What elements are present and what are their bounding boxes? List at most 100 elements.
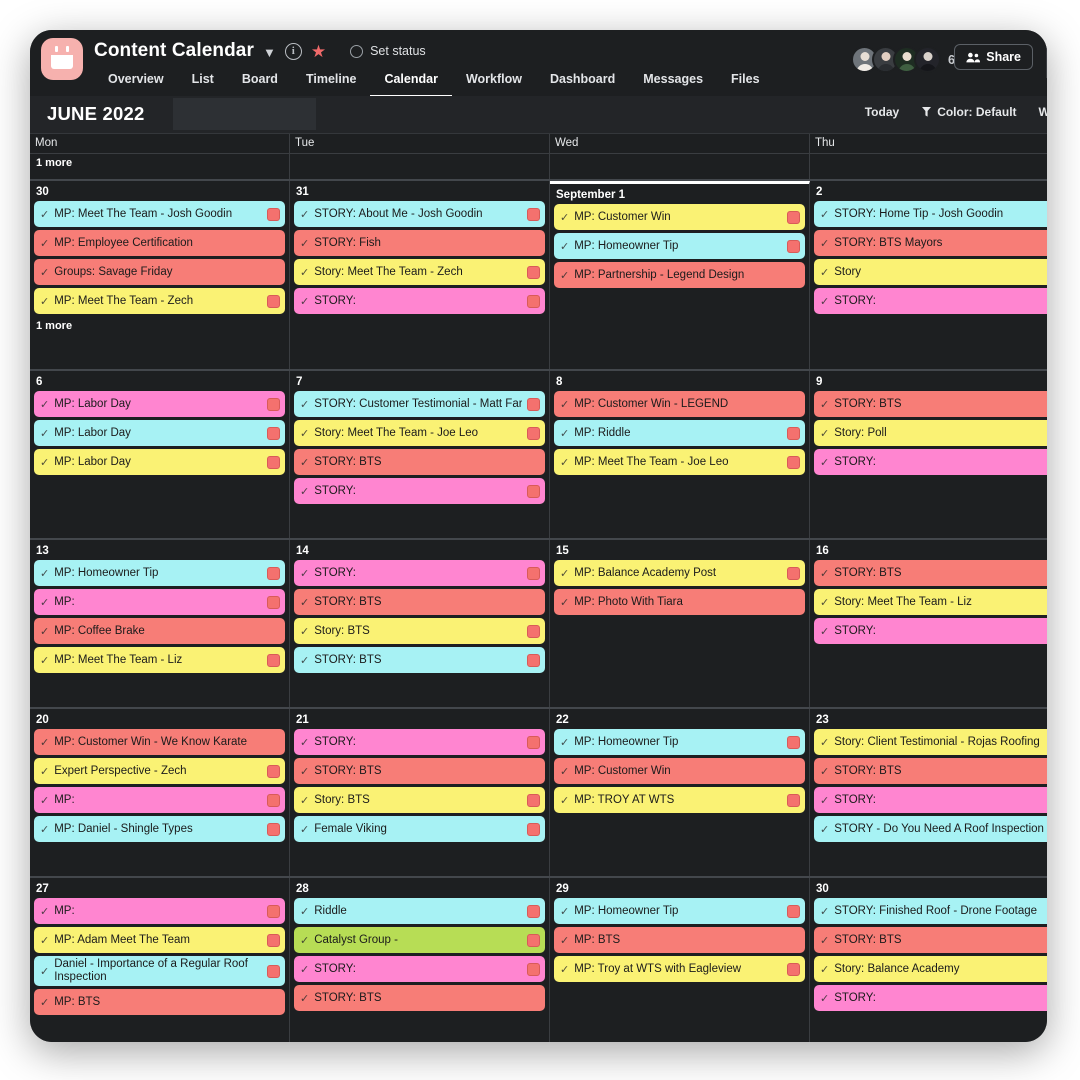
calendar-day-cell[interactable]: 22 ✓ MP: Homeowner Tip ✓ MP: Customer Win ✓ MP… xyxy=(550,709,810,876)
calendar-day-cell[interactable]: 8 ✓ MP: Customer Win - LEGEND ✓ MP: Riddle ✓ M… xyxy=(550,371,810,538)
calendar-day-cell[interactable]: 7 ✓ STORY: Customer Testimonial - Matt Far… xyxy=(290,371,550,538)
calendar-event[interactable]: ✓ MP: Homeowner Tip xyxy=(34,560,285,586)
check-icon[interactable]: ✓ xyxy=(300,963,309,976)
calendar-event[interactable]: ✓ STORY: Finished Roof - Drone Footage xyxy=(814,898,1047,924)
calendar-event[interactable]: ✓ STORY: xyxy=(814,288,1047,314)
calendar-event[interactable]: ✓ STORY: BTS xyxy=(294,589,545,615)
calendar-event[interactable]: ✓ MP: Labor Day xyxy=(34,420,285,446)
check-icon[interactable]: ✓ xyxy=(40,736,49,749)
calendar-day-cell[interactable]: 6 ✓ MP: Labor Day ✓ MP: Labor Day ✓ MP: Labor … xyxy=(30,371,290,538)
tab-workflow[interactable]: Workflow xyxy=(452,68,536,97)
check-icon[interactable]: ✓ xyxy=(40,625,49,638)
tab-timeline[interactable]: Timeline xyxy=(292,68,370,97)
check-icon[interactable]: ✓ xyxy=(40,295,49,308)
check-icon[interactable]: ✓ xyxy=(820,208,829,221)
avatar-group[interactable]: 6 xyxy=(851,46,955,73)
check-icon[interactable]: ✓ xyxy=(300,625,309,638)
calendar-event[interactable]: ✓ STORY: BTS xyxy=(294,985,545,1011)
calendar-event[interactable]: ✓ MP: TROY AT WTS xyxy=(554,787,805,813)
calendar-event[interactable]: ✓ MP: Troy at WTS with Eagleview xyxy=(554,956,805,982)
calendar-event[interactable]: ✓ Story: Poll xyxy=(814,420,1047,446)
check-icon[interactable]: ✓ xyxy=(40,765,49,778)
check-icon[interactable]: ✓ xyxy=(300,765,309,778)
calendar-day-cell[interactable]: 28 ✓ Riddle ✓ Catalyst Group - ✓ STORY: ✓ STORY:… xyxy=(290,878,550,1042)
calendar-day-cell[interactable]: 16 ✓ STORY: BTS ✓ Story: Meet The Team - Liz… xyxy=(810,540,1047,707)
check-icon[interactable]: ✓ xyxy=(560,736,569,749)
calendar-event[interactable]: ✓ Expert Perspective - Zech xyxy=(34,758,285,784)
month-selector[interactable] xyxy=(173,98,316,130)
calendar-day-cell[interactable]: 2 ✓ STORY: Home Tip - Josh Goodin ✓ STORY: B… xyxy=(810,181,1047,369)
tab-calendar[interactable]: Calendar xyxy=(370,68,452,97)
calendar-day-cell[interactable]: 30 ✓ MP: Meet The Team - Josh Goodin ✓ MP: E… xyxy=(30,181,290,369)
check-icon[interactable]: ✓ xyxy=(40,266,49,279)
calendar-event[interactable]: ✓ STORY: BTS xyxy=(814,560,1047,586)
calendar-event[interactable]: ✓ Female Viking xyxy=(294,816,545,842)
check-icon[interactable]: ✓ xyxy=(300,567,309,580)
calendar-event[interactable]: ✓ Story: Meet The Team - Joe Leo xyxy=(294,420,545,446)
check-icon[interactable]: ✓ xyxy=(820,625,829,638)
calendar-day-cell[interactable] xyxy=(290,154,550,179)
check-icon[interactable]: ✓ xyxy=(300,485,309,498)
check-icon[interactable]: ✓ xyxy=(820,266,829,279)
avatar[interactable] xyxy=(914,46,942,73)
check-icon[interactable]: ✓ xyxy=(40,996,49,1009)
calendar-day-cell[interactable]: 1 more xyxy=(30,154,290,179)
calendar-event[interactable]: ✓ Daniel - Importance of a Regular Roof I… xyxy=(34,956,285,986)
check-icon[interactable]: ✓ xyxy=(820,567,829,580)
calendar-event[interactable]: ✓ STORY: xyxy=(294,560,545,586)
tab-dashboard[interactable]: Dashboard xyxy=(536,68,629,97)
calendar-event[interactable]: ✓ MP: Meet The Team - Joe Leo xyxy=(554,449,805,475)
check-icon[interactable]: ✓ xyxy=(560,240,569,253)
more-events-link[interactable]: 1 more xyxy=(34,154,285,173)
calendar-event[interactable]: ✓ Story: Meet The Team - Zech xyxy=(294,259,545,285)
calendar-event[interactable]: ✓ Riddle xyxy=(294,898,545,924)
calendar-event[interactable]: ✓ STORY: BTS xyxy=(814,391,1047,417)
calendar-day-cell[interactable]: 9 ✓ STORY: BTS ✓ Story: Poll ✓ STORY: xyxy=(810,371,1047,538)
check-icon[interactable]: ✓ xyxy=(560,596,569,609)
check-icon[interactable]: ✓ xyxy=(560,934,569,947)
calendar-event[interactable]: ✓ Story xyxy=(814,259,1047,285)
calendar-event[interactable]: ✓ STORY: BTS xyxy=(294,758,545,784)
check-icon[interactable]: ✓ xyxy=(820,905,829,918)
check-icon[interactable]: ✓ xyxy=(40,427,49,440)
check-icon[interactable]: ✓ xyxy=(300,266,309,279)
calendar-event[interactable]: ✓ MP: Homeowner Tip xyxy=(554,233,805,259)
calendar-event[interactable]: ✓ MP: Meet The Team - Zech xyxy=(34,288,285,314)
calendar-day-cell[interactable]: 29 ✓ MP: Homeowner Tip ✓ MP: BTS ✓ MP: Troy at… xyxy=(550,878,810,1042)
calendar-event[interactable]: ✓ MP: Daniel - Shingle Types xyxy=(34,816,285,842)
calendar-day-cell[interactable]: 15 ✓ MP: Balance Academy Post ✓ MP: Photo Wi… xyxy=(550,540,810,707)
calendar-day-cell[interactable]: 21 ✓ STORY: ✓ STORY: BTS ✓ Story: BTS ✓ Female V… xyxy=(290,709,550,876)
star-icon[interactable]: ★ xyxy=(311,43,326,60)
calendar-event[interactable]: ✓ MP: Homeowner Tip xyxy=(554,898,805,924)
check-icon[interactable]: ✓ xyxy=(820,427,829,440)
calendar-event[interactable]: ✓ MP: Homeowner Tip xyxy=(554,729,805,755)
calendar-event[interactable]: ✓ Story: BTS xyxy=(294,618,545,644)
check-icon[interactable]: ✓ xyxy=(820,398,829,411)
check-icon[interactable]: ✓ xyxy=(820,992,829,1005)
calendar-event[interactable]: ✓ MP: Labor Day xyxy=(34,449,285,475)
calendar-event[interactable]: ✓ MP: Customer Win - We Know Karate xyxy=(34,729,285,755)
calendar-event[interactable]: ✓ STORY: xyxy=(814,985,1047,1011)
calendar-event[interactable]: ✓ STORY: BTS xyxy=(814,758,1047,784)
calendar-event[interactable]: ✓ Groups: Savage Friday xyxy=(34,259,285,285)
calendar-day-cell[interactable]: September 1 ✓ MP: Customer Win ✓ MP: Homeown… xyxy=(550,181,810,369)
check-icon[interactable]: ✓ xyxy=(820,736,829,749)
calendar-event[interactable]: ✓ STORY: Fish xyxy=(294,230,545,256)
calendar-event[interactable]: ✓ MP: xyxy=(34,898,285,924)
check-icon[interactable]: ✓ xyxy=(300,934,309,947)
calendar-event[interactable]: ✓ STORY: Customer Testimonial - Matt Farr… xyxy=(294,391,545,417)
calendar-event[interactable]: ✓ STORY: BTS xyxy=(294,647,545,673)
calendar-event[interactable]: ✓ MP: Balance Academy Post xyxy=(554,560,805,586)
chevron-down-icon[interactable]: ▼ xyxy=(263,46,276,59)
calendar-event[interactable]: ✓ MP: Riddle xyxy=(554,420,805,446)
check-icon[interactable]: ✓ xyxy=(300,596,309,609)
calendar-event[interactable]: ✓ MP: Meet The Team - Liz xyxy=(34,647,285,673)
check-icon[interactable]: ✓ xyxy=(40,567,49,580)
calendar-event[interactable]: ✓ MP: Coffee Brake xyxy=(34,618,285,644)
calendar-event[interactable]: ✓ MP: Customer Win xyxy=(554,758,805,784)
calendar-day-cell[interactable] xyxy=(550,154,810,179)
more-events-link[interactable]: 1 more xyxy=(34,317,285,336)
check-icon[interactable]: ✓ xyxy=(820,794,829,807)
calendar-event[interactable]: ✓ STORY: xyxy=(814,787,1047,813)
calendar-event[interactable]: ✓ Catalyst Group - xyxy=(294,927,545,953)
